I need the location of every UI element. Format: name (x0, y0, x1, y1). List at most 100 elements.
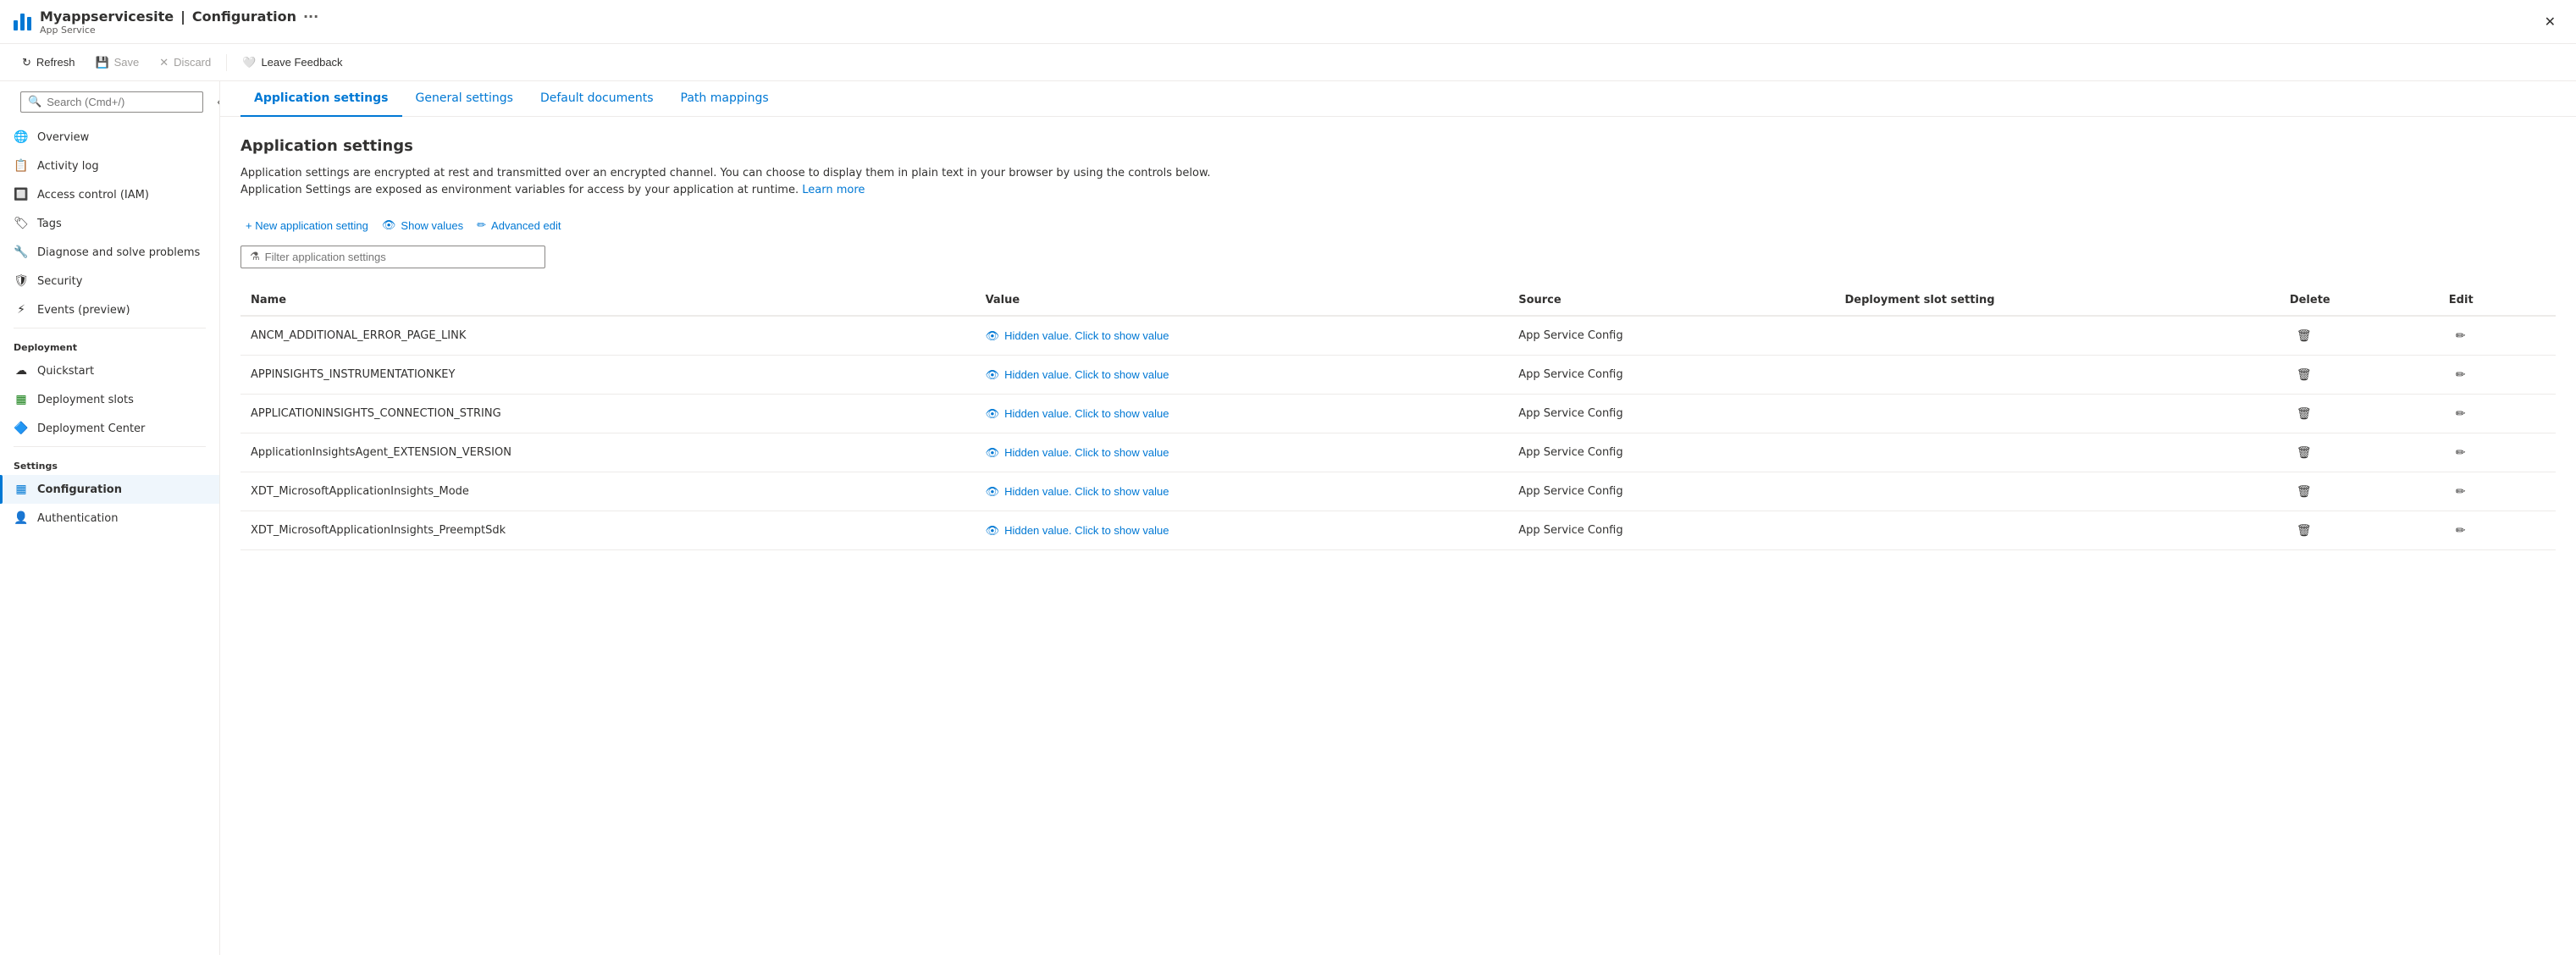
pencil-icon: ✏ (477, 218, 486, 232)
trash-icon: 🗑 (2297, 367, 2312, 381)
sidebar-item-authentication[interactable]: 👤 Authentication (0, 504, 219, 533)
tags-icon: 🏷 (14, 216, 29, 231)
page-title: Application settings (240, 137, 2556, 155)
sidebar-item-label: Activity log (37, 160, 99, 173)
deployment-slots-icon: ▦ (14, 392, 29, 407)
settings-table: Name Value Source Deployment slot settin… (240, 285, 2556, 550)
delete-button[interactable]: 🗑 (2290, 325, 2319, 346)
setting-value: 👁 Hidden value. Click to show value (976, 316, 1509, 356)
sidebar-item-deployment-center[interactable]: 🔷 Deployment Center (0, 414, 219, 443)
setting-name: ANCM_ADDITIONAL_ERROR_PAGE_LINK (240, 316, 976, 356)
show-hidden-value-button[interactable]: 👁 Hidden value. Click to show value (986, 407, 1169, 421)
show-hidden-value-button[interactable]: 👁 Hidden value. Click to show value (986, 524, 1169, 538)
discard-label: Discard (174, 56, 211, 69)
events-icon: ⚡ (14, 302, 29, 317)
setting-deployment-slot (1835, 356, 2280, 395)
setting-delete-cell: 🗑 (2280, 433, 2439, 472)
sidebar-item-events[interactable]: ⚡ Events (preview) (0, 295, 219, 324)
sidebar-item-tags[interactable]: 🏷 Tags (0, 209, 219, 238)
sidebar-item-activity-log[interactable]: 📋 Activity log (0, 152, 219, 180)
delete-button[interactable]: 🗑 (2290, 442, 2319, 463)
show-hidden-value-button[interactable]: 👁 Hidden value. Click to show value (986, 329, 1169, 343)
title-main: Myappservicesite | Configuration ··· (40, 8, 318, 25)
page-content: Application settings Application setting… (220, 117, 2576, 955)
sidebar-item-label: Security (37, 275, 82, 288)
trash-icon: 🗑 (2297, 523, 2312, 537)
main-layout: 🔍 « 🌐 Overview 📋 Activity log 🔲 Access c… (0, 81, 2576, 955)
col-header-value: Value (976, 285, 1509, 316)
tab-path-mappings[interactable]: Path mappings (667, 81, 782, 117)
authentication-icon: 👤 (14, 511, 29, 526)
edit-button[interactable]: ✏ (2449, 364, 2473, 385)
edit-button[interactable]: ✏ (2449, 325, 2473, 346)
setting-source: App Service Config (1508, 433, 1834, 472)
globe-icon: 🌐 (14, 130, 29, 145)
sidebar-item-deployment-slots[interactable]: ▦ Deployment slots (0, 385, 219, 414)
nav-top: 🌐 Overview 📋 Activity log 🔲 Access contr… (0, 123, 219, 324)
table-row: ApplicationInsightsAgent_EXTENSION_VERSI… (240, 433, 2556, 472)
setting-value: 👁 Hidden value. Click to show value (976, 511, 1509, 550)
close-button[interactable]: ✕ (2538, 10, 2562, 34)
show-hidden-value-button[interactable]: 👁 Hidden value. Click to show value (986, 485, 1169, 499)
learn-more-link[interactable]: Learn more (802, 184, 865, 196)
trash-icon: 🗑 (2297, 328, 2312, 342)
trash-icon: 🗑 (2297, 406, 2312, 420)
tabs-bar: Application settings General settings De… (220, 81, 2576, 117)
sidebar-item-access-control[interactable]: 🔲 Access control (IAM) (0, 180, 219, 209)
search-input[interactable] (47, 96, 196, 108)
sidebar-item-security[interactable]: 🛡 Security (0, 267, 219, 295)
setting-name: ApplicationInsightsAgent_EXTENSION_VERSI… (240, 433, 976, 472)
setting-delete-cell: 🗑 (2280, 316, 2439, 356)
filter-box[interactable]: ⚗ (240, 246, 545, 268)
eye-icon: 👁 (986, 524, 1000, 538)
search-box[interactable]: 🔍 (20, 91, 203, 113)
setting-name: XDT_MicrosoftApplicationInsights_Preempt… (240, 511, 976, 550)
eye-icon: 👁 (986, 368, 1000, 382)
edit-button[interactable]: ✏ (2449, 520, 2473, 541)
discard-button[interactable]: ✕ Discard (151, 52, 219, 74)
delete-button[interactable]: 🗑 (2290, 481, 2319, 502)
show-hidden-value-button[interactable]: 👁 Hidden value. Click to show value (986, 368, 1169, 382)
table-row: APPINSIGHTS_INSTRUMENTATIONKEY👁 Hidden v… (240, 356, 2556, 395)
title-ellipsis[interactable]: ··· (303, 8, 318, 25)
setting-value: 👁 Hidden value. Click to show value (976, 395, 1509, 433)
refresh-button[interactable]: ↻ Refresh (14, 52, 83, 74)
sidebar-item-configuration[interactable]: ▦ Configuration (0, 475, 219, 504)
save-button[interactable]: 💾 Save (86, 52, 147, 74)
advanced-edit-button[interactable]: ✏ Advanced edit (477, 215, 561, 235)
edit-button[interactable]: ✏ (2449, 403, 2473, 424)
show-values-button[interactable]: 👁 Show values (382, 215, 463, 235)
delete-button[interactable]: 🗑 (2290, 520, 2319, 541)
edit-button[interactable]: ✏ (2449, 481, 2473, 502)
table-row: APPLICATIONINSIGHTS_CONNECTION_STRING👁 H… (240, 395, 2556, 433)
leave-feedback-button[interactable]: 🤍 Leave Feedback (234, 52, 351, 74)
new-application-setting-button[interactable]: + New application setting (240, 216, 368, 235)
eye-icon: 👁 (986, 485, 1000, 499)
table-row: XDT_MicrosoftApplicationInsights_Mode👁 H… (240, 472, 2556, 511)
eye-icon: 👁 (986, 446, 1000, 460)
advanced-edit-label: Advanced edit (491, 219, 561, 232)
save-icon: 💾 (95, 56, 108, 69)
setting-deployment-slot (1835, 472, 2280, 511)
setting-source: App Service Config (1508, 356, 1834, 395)
tab-application-settings[interactable]: Application settings (240, 81, 402, 117)
section-header-settings: Settings (0, 450, 219, 475)
sidebar-item-diagnose[interactable]: 🔧 Diagnose and solve problems (0, 238, 219, 267)
collapse-sidebar-button[interactable]: « (213, 91, 220, 113)
show-hidden-value-button[interactable]: 👁 Hidden value. Click to show value (986, 446, 1169, 460)
delete-button[interactable]: 🗑 (2290, 403, 2319, 424)
trash-icon: 🗑 (2297, 484, 2312, 498)
setting-source: App Service Config (1508, 395, 1834, 433)
tab-general-settings[interactable]: General settings (402, 81, 527, 117)
tab-default-documents[interactable]: Default documents (527, 81, 667, 117)
setting-delete-cell: 🗑 (2280, 356, 2439, 395)
sidebar-item-overview[interactable]: 🌐 Overview (0, 123, 219, 152)
sidebar-item-quickstart[interactable]: ☁ Quickstart (0, 356, 219, 385)
pencil-icon: ✏ (2456, 445, 2466, 459)
pencil-icon: ✏ (2456, 484, 2466, 498)
edit-button[interactable]: ✏ (2449, 442, 2473, 463)
filter-input[interactable] (265, 251, 536, 263)
title-text: Myappservicesite | Configuration ··· App… (40, 8, 318, 36)
delete-button[interactable]: 🗑 (2290, 364, 2319, 385)
show-values-label: Show values (401, 219, 463, 232)
